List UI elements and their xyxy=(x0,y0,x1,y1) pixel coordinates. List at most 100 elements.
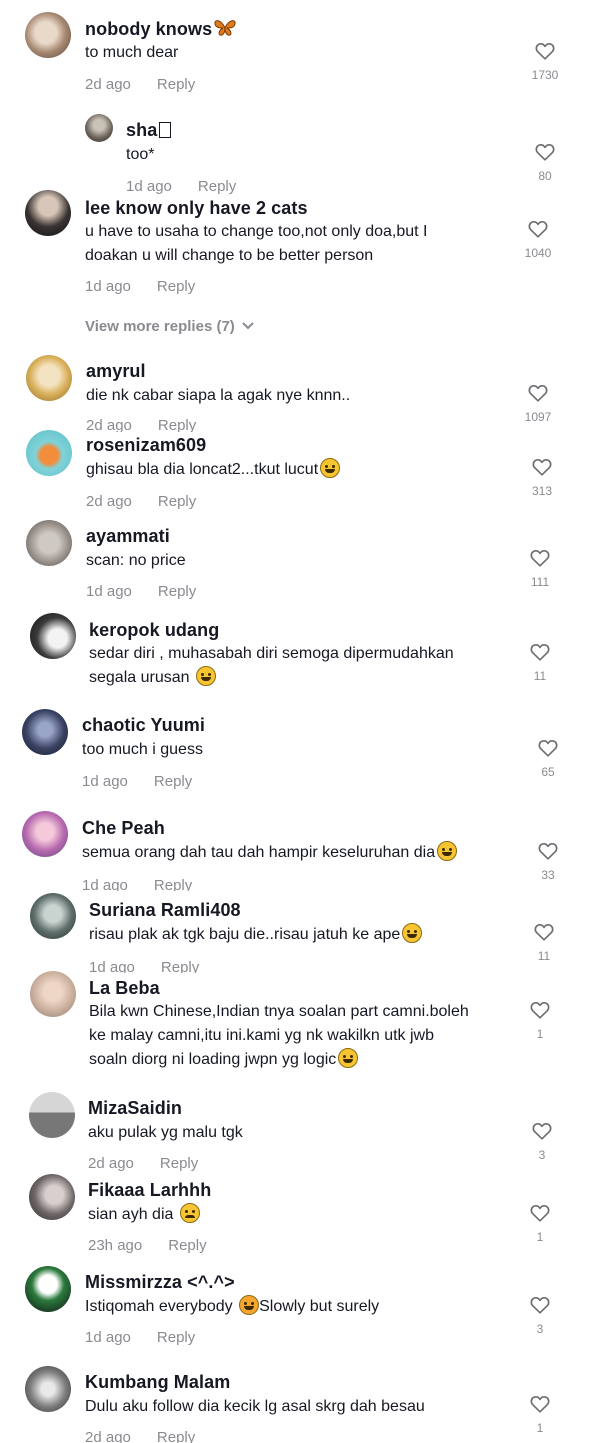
comment-text: risau plak ak tgk baju die..risau jatuh … xyxy=(89,926,401,943)
heart-outline-icon[interactable] xyxy=(537,840,559,862)
avatar[interactable] xyxy=(30,971,76,1017)
like-count: 1 xyxy=(536,1421,544,1435)
comment-text: aku pulak yg malu tgk xyxy=(88,1124,243,1141)
username[interactable]: Missmirzza <^.^> xyxy=(85,1272,235,1293)
heart-outline-icon[interactable] xyxy=(534,141,556,163)
like-count: 1 xyxy=(536,1230,544,1244)
avatar[interactable] xyxy=(26,355,72,401)
comment-text: Dulu aku follow dia kecik lg asal skrg d… xyxy=(85,1398,425,1415)
username[interactable]: nobody knows xyxy=(85,19,212,39)
username[interactable]: ayammati xyxy=(86,526,170,547)
heart-outline-icon[interactable] xyxy=(537,737,559,759)
comment-text: Bila kwn Chinese,Indian tnya soalan part… xyxy=(89,1003,469,1020)
timestamp: 1d ago xyxy=(82,773,128,790)
comment-text: semua orang dah tau dah hampir keseluruh… xyxy=(82,844,436,861)
like-button[interactable]: 1 xyxy=(510,1202,570,1244)
like-button[interactable]: 65 xyxy=(518,737,578,779)
heart-outline-icon[interactable] xyxy=(529,1393,551,1415)
like-button[interactable]: 11 xyxy=(510,641,570,683)
avatar[interactable] xyxy=(29,1092,75,1138)
heart-outline-icon[interactable] xyxy=(533,921,555,943)
username[interactable]: rosenizam609 xyxy=(86,435,206,456)
reply-button[interactable]: Reply xyxy=(158,493,196,510)
reply-button[interactable]: Reply xyxy=(160,1155,198,1172)
username[interactable]: MizaSaidin xyxy=(88,1098,182,1119)
username[interactable]: Che Peah xyxy=(82,818,165,839)
avatar[interactable] xyxy=(30,893,76,939)
username[interactable]: Fikaaa Larhhh xyxy=(88,1180,211,1201)
like-button[interactable]: 111 xyxy=(510,547,570,589)
heart-outline-icon[interactable] xyxy=(529,547,551,569)
heart-outline-icon[interactable] xyxy=(529,1294,551,1316)
like-button[interactable]: 3 xyxy=(510,1294,570,1336)
like-button[interactable]: 80 xyxy=(515,141,575,183)
timestamp: 1d ago xyxy=(85,278,131,295)
timestamp: 2d ago xyxy=(85,1429,131,1443)
like-count: 33 xyxy=(541,868,555,882)
avatar[interactable] xyxy=(22,709,68,755)
avatar[interactable] xyxy=(29,1174,75,1220)
reply-button[interactable]: Reply xyxy=(168,1237,206,1254)
like-button[interactable]: 1 xyxy=(510,999,570,1041)
like-count: 313 xyxy=(531,484,553,498)
heart-outline-icon[interactable] xyxy=(529,641,551,663)
avatar[interactable] xyxy=(25,1366,71,1412)
avatar[interactable] xyxy=(26,520,72,566)
like-count: 11 xyxy=(537,949,551,963)
heart-outline-icon[interactable] xyxy=(529,1202,551,1224)
username[interactable]: chaotic Yuumi xyxy=(82,715,205,736)
reply-button[interactable]: Reply xyxy=(157,1329,195,1346)
username[interactable]: La Beba xyxy=(89,978,160,999)
heart-outline-icon[interactable] xyxy=(529,999,551,1021)
heart-outline-icon[interactable] xyxy=(531,456,553,478)
reply-button[interactable]: Reply xyxy=(157,76,195,93)
like-button[interactable]: 33 xyxy=(518,840,578,882)
avatar[interactable] xyxy=(85,114,113,142)
comment-text: segala urusan xyxy=(89,669,190,686)
heart-outline-icon[interactable] xyxy=(531,1120,553,1142)
reply-button[interactable]: Reply xyxy=(198,178,236,195)
avatar[interactable] xyxy=(30,613,76,659)
username[interactable]: Suriana Ramli408 xyxy=(89,900,241,921)
like-button[interactable]: 1097 xyxy=(508,382,568,424)
like-button[interactable]: 1730 xyxy=(515,40,575,82)
reply-button[interactable]: Reply xyxy=(161,959,199,973)
reply-button[interactable]: Reply xyxy=(154,877,192,891)
like-count: 3 xyxy=(536,1322,544,1336)
heart-outline-icon[interactable] xyxy=(527,218,549,240)
chevron-down-icon[interactable] xyxy=(241,321,255,331)
like-button[interactable]: 313 xyxy=(512,456,572,498)
timestamp: 2d ago xyxy=(86,417,132,432)
avatar[interactable] xyxy=(22,811,68,857)
avatar[interactable] xyxy=(26,430,72,476)
timestamp: 1d ago xyxy=(85,1329,131,1346)
avatar[interactable] xyxy=(25,1266,71,1312)
username[interactable]: amyrul xyxy=(86,361,146,382)
comment-text: Slowly but surely xyxy=(259,1298,380,1315)
view-more-replies-button[interactable]: View more replies (7) xyxy=(85,318,255,335)
like-count: 11 xyxy=(533,669,547,683)
reply-button[interactable]: Reply xyxy=(154,773,192,790)
reply-button[interactable]: Reply xyxy=(157,278,195,295)
reply-button[interactable]: Reply xyxy=(158,417,196,432)
username[interactable]: lee know only have 2 cats xyxy=(85,198,308,219)
view-more-label[interactable]: View more replies (7) xyxy=(85,318,235,335)
username[interactable]: keropok udang xyxy=(89,620,219,641)
grinning-sweat-emoji-icon xyxy=(437,841,458,861)
like-button[interactable]: 1 xyxy=(510,1393,570,1435)
reply-button[interactable]: Reply xyxy=(157,1429,195,1443)
like-button[interactable]: 1040 xyxy=(508,218,568,260)
grinning-sweat-emoji-icon xyxy=(320,458,341,478)
comment-text: sian ayh dia xyxy=(88,1206,174,1223)
timestamp: 1d ago xyxy=(126,178,172,195)
heart-outline-icon[interactable] xyxy=(534,40,556,62)
username[interactable]: sha xyxy=(126,120,157,140)
like-button[interactable]: 3 xyxy=(512,1120,572,1162)
like-button[interactable]: 11 xyxy=(514,921,574,963)
avatar[interactable] xyxy=(25,190,71,236)
reply-button[interactable]: Reply xyxy=(158,583,196,600)
unknown-glyph-icon xyxy=(159,122,172,138)
avatar[interactable] xyxy=(25,12,71,58)
heart-outline-icon[interactable] xyxy=(527,382,549,404)
username[interactable]: Kumbang Malam xyxy=(85,1372,230,1393)
